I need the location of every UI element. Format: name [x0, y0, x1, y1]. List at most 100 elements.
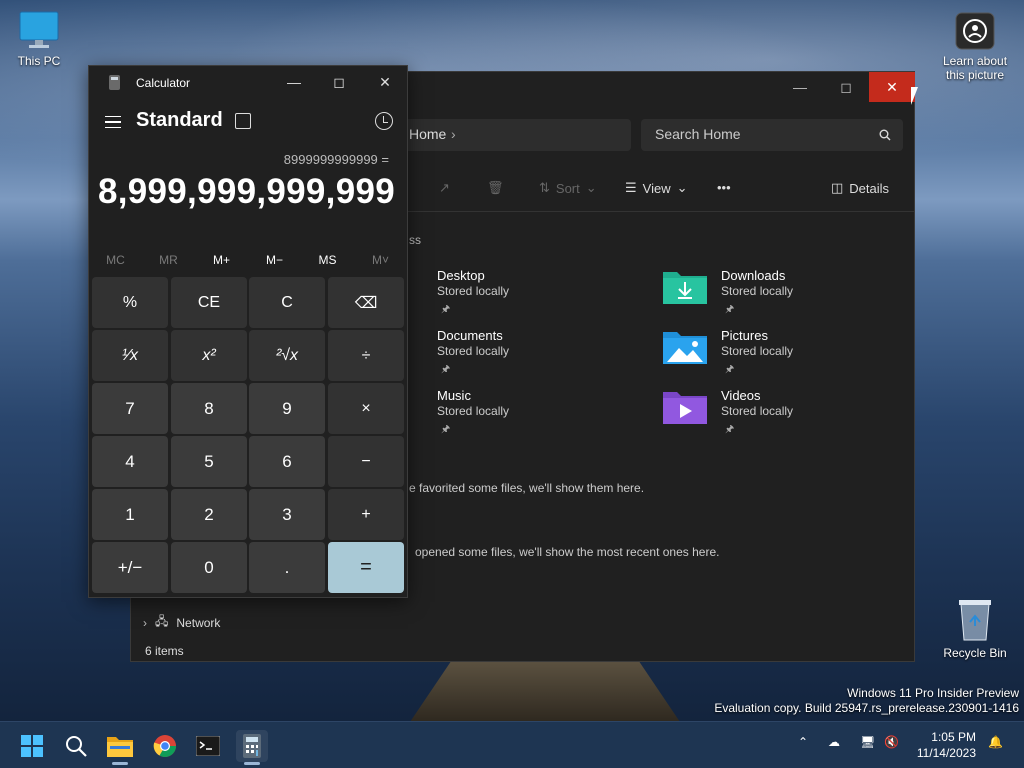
qa-sub: Stored locally	[437, 404, 510, 418]
search-input[interactable]: Search Home	[641, 119, 903, 151]
memory-row: MC MR M+ M− MS M˅	[89, 246, 407, 274]
watermark-line: Windows 11 Pro Insider Preview	[847, 686, 1019, 700]
recycle-bin-icon	[959, 600, 991, 641]
desktop-icon-label: This PC	[17, 54, 61, 68]
digit-3-button[interactable]: 3	[249, 489, 325, 540]
digit-2-button[interactable]: 2	[171, 489, 247, 540]
reciprocal-button[interactable]: ¹⁄x	[92, 330, 168, 381]
camera-spot-icon	[955, 12, 995, 50]
clear-button[interactable]: C	[249, 277, 325, 328]
volume-icon[interactable]: 🔇	[884, 735, 899, 749]
clock-time: 1:05 PM	[931, 730, 976, 744]
qa-sub: Stored locally	[437, 284, 510, 298]
quick-access-item[interactable]: Pictures Stored locally 🖈	[663, 328, 951, 384]
clear-entry-button[interactable]: CE	[171, 277, 247, 328]
memory-store-button[interactable]: MS	[301, 246, 354, 274]
memory-subtract-button[interactable]: M−	[248, 246, 301, 274]
desktop-icon-label: this picture	[945, 68, 1005, 82]
add-button[interactable]: +	[328, 489, 404, 540]
view-button[interactable]: ☰ View ⌄	[625, 180, 688, 196]
pictures-folder-icon	[663, 332, 707, 364]
memory-clear-button[interactable]: MC	[89, 246, 142, 274]
calculator-header: Standard	[89, 104, 407, 144]
share-button[interactable]: ↗	[439, 180, 450, 196]
negate-button[interactable]: +/−	[92, 542, 168, 593]
network-status-icon[interactable]: 🖥	[860, 735, 875, 749]
multiply-button[interactable]: ×	[328, 383, 404, 434]
quick-access-item[interactable]: Documents Stored locally 🖈	[437, 328, 667, 384]
mouse-cursor-icon	[911, 87, 918, 105]
view-icon: ☰	[625, 180, 637, 195]
minimize-icon: —	[793, 79, 807, 95]
show-hidden-icons-button[interactable]: ⌃	[798, 735, 808, 749]
explorer-close-button[interactable]: ✕	[869, 72, 915, 102]
delete-button[interactable]: 🗑	[487, 180, 504, 196]
percent-button[interactable]: %	[92, 277, 168, 328]
taskbar-calculator[interactable]	[236, 730, 268, 762]
taskbar-clock[interactable]: 1:05 PM 11/14/2023	[917, 729, 976, 761]
onedrive-icon[interactable]: ☁	[828, 735, 840, 749]
digit-5-button[interactable]: 5	[171, 436, 247, 487]
taskbar-terminal[interactable]	[192, 730, 224, 762]
digit-0-button[interactable]: 0	[171, 542, 247, 593]
explorer-maximize-button[interactable]: ◻	[823, 72, 869, 102]
notification-bell-icon[interactable]: 🔔	[988, 735, 1003, 749]
quick-access-header[interactable]: ss	[409, 233, 421, 247]
search-icon	[66, 736, 87, 757]
search-icon	[879, 129, 891, 141]
calculator-window: Calculator — ◻ ✕ Standard 8999999999999 …	[88, 65, 408, 598]
pin-icon: 🖈	[441, 424, 451, 435]
taskbar-chrome[interactable]	[149, 730, 181, 762]
desktop-icon-recycle-bin[interactable]: Recycle Bin	[937, 598, 1013, 660]
digit-7-button[interactable]: 7	[92, 383, 168, 434]
digit-1-button[interactable]: 1	[92, 489, 168, 540]
qa-name: Desktop	[437, 268, 485, 283]
taskbar-file-explorer[interactable]	[104, 730, 136, 762]
desktop-icon-learn-about-picture[interactable]: Learn about this picture	[937, 12, 1013, 82]
calculator-app-icon	[109, 75, 120, 90]
quick-access-item[interactable]: Desktop Stored locally 🖈	[437, 268, 667, 324]
digit-4-button[interactable]: 4	[92, 436, 168, 487]
details-button[interactable]: ◫ Details	[831, 180, 889, 196]
square-root-button[interactable]: ²√x	[249, 330, 325, 381]
quick-access-item[interactable]: Music Stored locally 🖈	[437, 388, 667, 444]
details-pane-icon: ◫	[831, 180, 844, 195]
digit-6-button[interactable]: 6	[249, 436, 325, 487]
minimize-icon: —	[287, 74, 301, 90]
hamburger-menu-icon[interactable]	[105, 116, 121, 128]
qa-name: Music	[437, 388, 471, 403]
pin-icon: 🖈	[441, 364, 451, 375]
see-more-button[interactable]: •••	[717, 180, 731, 195]
qa-sub: Stored locally	[721, 404, 794, 418]
nav-item-network[interactable]: › 🖧 Network	[143, 612, 220, 633]
start-button[interactable]	[16, 730, 48, 762]
memory-recall-button[interactable]: MR	[142, 246, 195, 274]
history-icon[interactable]	[375, 112, 393, 130]
memory-list-button[interactable]: M˅	[354, 246, 407, 274]
quick-access-item[interactable]: Downloads Stored locally 🖈	[663, 268, 951, 324]
videos-folder-icon	[663, 392, 707, 424]
divide-button[interactable]: ÷	[328, 330, 404, 381]
calculator-titlebar[interactable]: Calculator — ◻ ✕	[89, 66, 407, 100]
digit-8-button[interactable]: 8	[171, 383, 247, 434]
subtract-button[interactable]: −	[328, 436, 404, 487]
address-bar[interactable]: Home ›	[401, 119, 631, 151]
memory-add-button[interactable]: M+	[195, 246, 248, 274]
equals-button[interactable]: =	[328, 542, 404, 593]
breadcrumb-home[interactable]: Home	[409, 126, 446, 142]
sort-button[interactable]: ⇅ Sort ⌄	[539, 180, 597, 196]
calc-maximize-button[interactable]: ◻	[316, 66, 362, 98]
digit-9-button[interactable]: 9	[249, 383, 325, 434]
keep-on-top-icon[interactable]	[235, 113, 251, 129]
quick-access-item[interactable]: Videos Stored locally 🖈	[663, 388, 951, 444]
decimal-button[interactable]: .	[249, 542, 325, 593]
square-button[interactable]: x²	[171, 330, 247, 381]
calc-minimize-button[interactable]: —	[271, 66, 317, 98]
backspace-button[interactable]: ⌫	[328, 277, 404, 328]
explorer-minimize-button[interactable]: —	[777, 72, 823, 102]
search-button[interactable]	[60, 730, 92, 762]
downloads-folder-icon	[663, 272, 707, 304]
close-icon: ✕	[379, 73, 391, 90]
desktop-icon-this-pc[interactable]: This PC	[1, 10, 77, 68]
calc-close-button[interactable]: ✕	[362, 66, 408, 98]
